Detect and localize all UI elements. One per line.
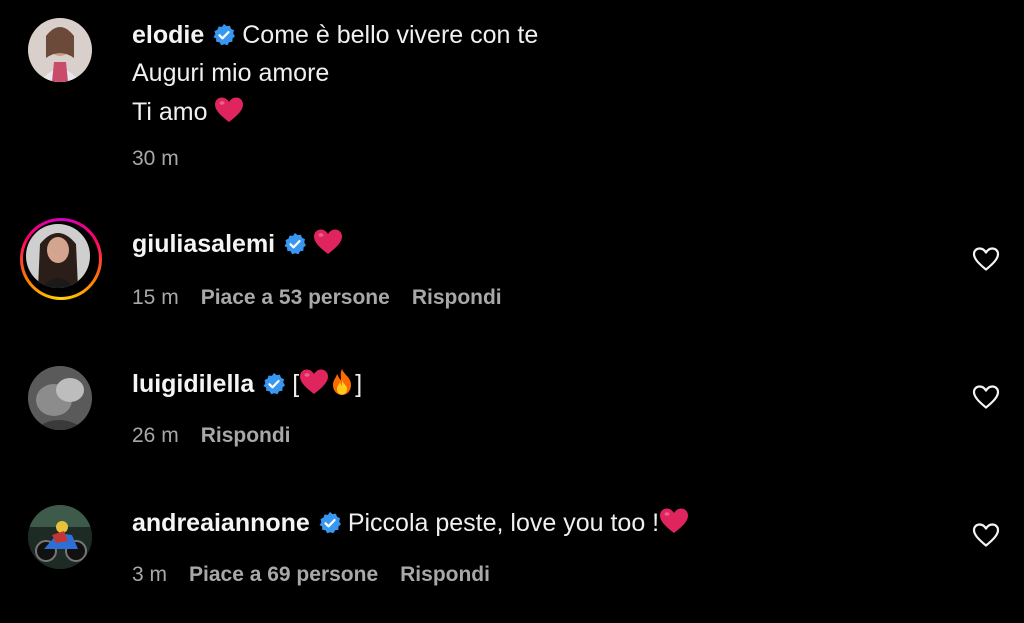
verified-badge-icon	[283, 232, 307, 256]
comment-body: elodie Come è bello vivere con te	[132, 20, 538, 50]
username[interactable]: luigidilella	[132, 370, 254, 398]
fire-emoji	[329, 368, 355, 396]
story-ring[interactable]	[20, 218, 102, 300]
avatar-giuliasalemi	[26, 224, 90, 288]
like-button[interactable]	[972, 246, 1000, 272]
comment-meta: 15 m Piace a 53 persone Rispondi	[132, 286, 524, 310]
comment-meta: 26 m Rispondi	[132, 424, 313, 448]
heart-outline-icon	[972, 247, 1000, 271]
likes-count-link[interactable]: Piace a 69 persone	[189, 563, 378, 586]
heart-outline-icon	[972, 385, 1000, 409]
comment-meta: 3 m Piace a 69 persone Rispondi	[132, 563, 512, 587]
avatar-luigidilella[interactable]	[28, 366, 92, 430]
verified-badge-icon	[262, 372, 286, 396]
reply-button[interactable]: Rispondi	[400, 563, 490, 586]
comment-text: Piccola peste, love you too !	[347, 509, 660, 537]
bracket-open: [	[292, 370, 300, 398]
timestamp: 26 m	[132, 424, 179, 447]
timestamp: 30 m	[132, 147, 179, 170]
comment-text-line: Ti amo	[132, 96, 244, 127]
reply-button[interactable]: Rispondi	[412, 286, 502, 309]
comment-body: giuliasalemi	[132, 228, 343, 259]
timestamp: 3 m	[132, 563, 168, 586]
timestamp: 15 m	[132, 286, 179, 309]
red-heart-emoji	[299, 368, 329, 396]
comment-body: andreaiannone Piccola peste, love you too…	[132, 507, 689, 538]
red-heart-emoji	[214, 96, 244, 124]
red-heart-emoji	[659, 507, 689, 535]
comment-text-line: Auguri mio amore	[132, 58, 329, 88]
bracket-close: ]	[355, 370, 363, 398]
verified-badge-icon	[212, 23, 236, 47]
username[interactable]: giuliasalemi	[132, 230, 275, 258]
heart-outline-icon	[972, 523, 1000, 547]
comment-body: luigidilella []	[132, 368, 362, 399]
comment-text: Ti amo	[132, 98, 208, 126]
red-heart-emoji	[313, 228, 343, 256]
verified-badge-icon	[318, 511, 342, 535]
like-button[interactable]	[972, 522, 1000, 548]
like-button[interactable]	[972, 384, 1000, 410]
reply-button[interactable]: Rispondi	[201, 424, 291, 447]
username[interactable]: elodie	[132, 21, 204, 49]
comment-text: Auguri mio amore	[132, 59, 330, 87]
comment-meta: 30 m	[132, 147, 201, 171]
avatar-elodie[interactable]	[28, 18, 92, 82]
avatar-andreaiannone[interactable]	[28, 505, 92, 569]
comment-text: Come è bello vivere con te	[242, 21, 539, 49]
username[interactable]: andreaiannone	[132, 509, 310, 537]
likes-count-link[interactable]: Piace a 53 persone	[201, 286, 390, 309]
